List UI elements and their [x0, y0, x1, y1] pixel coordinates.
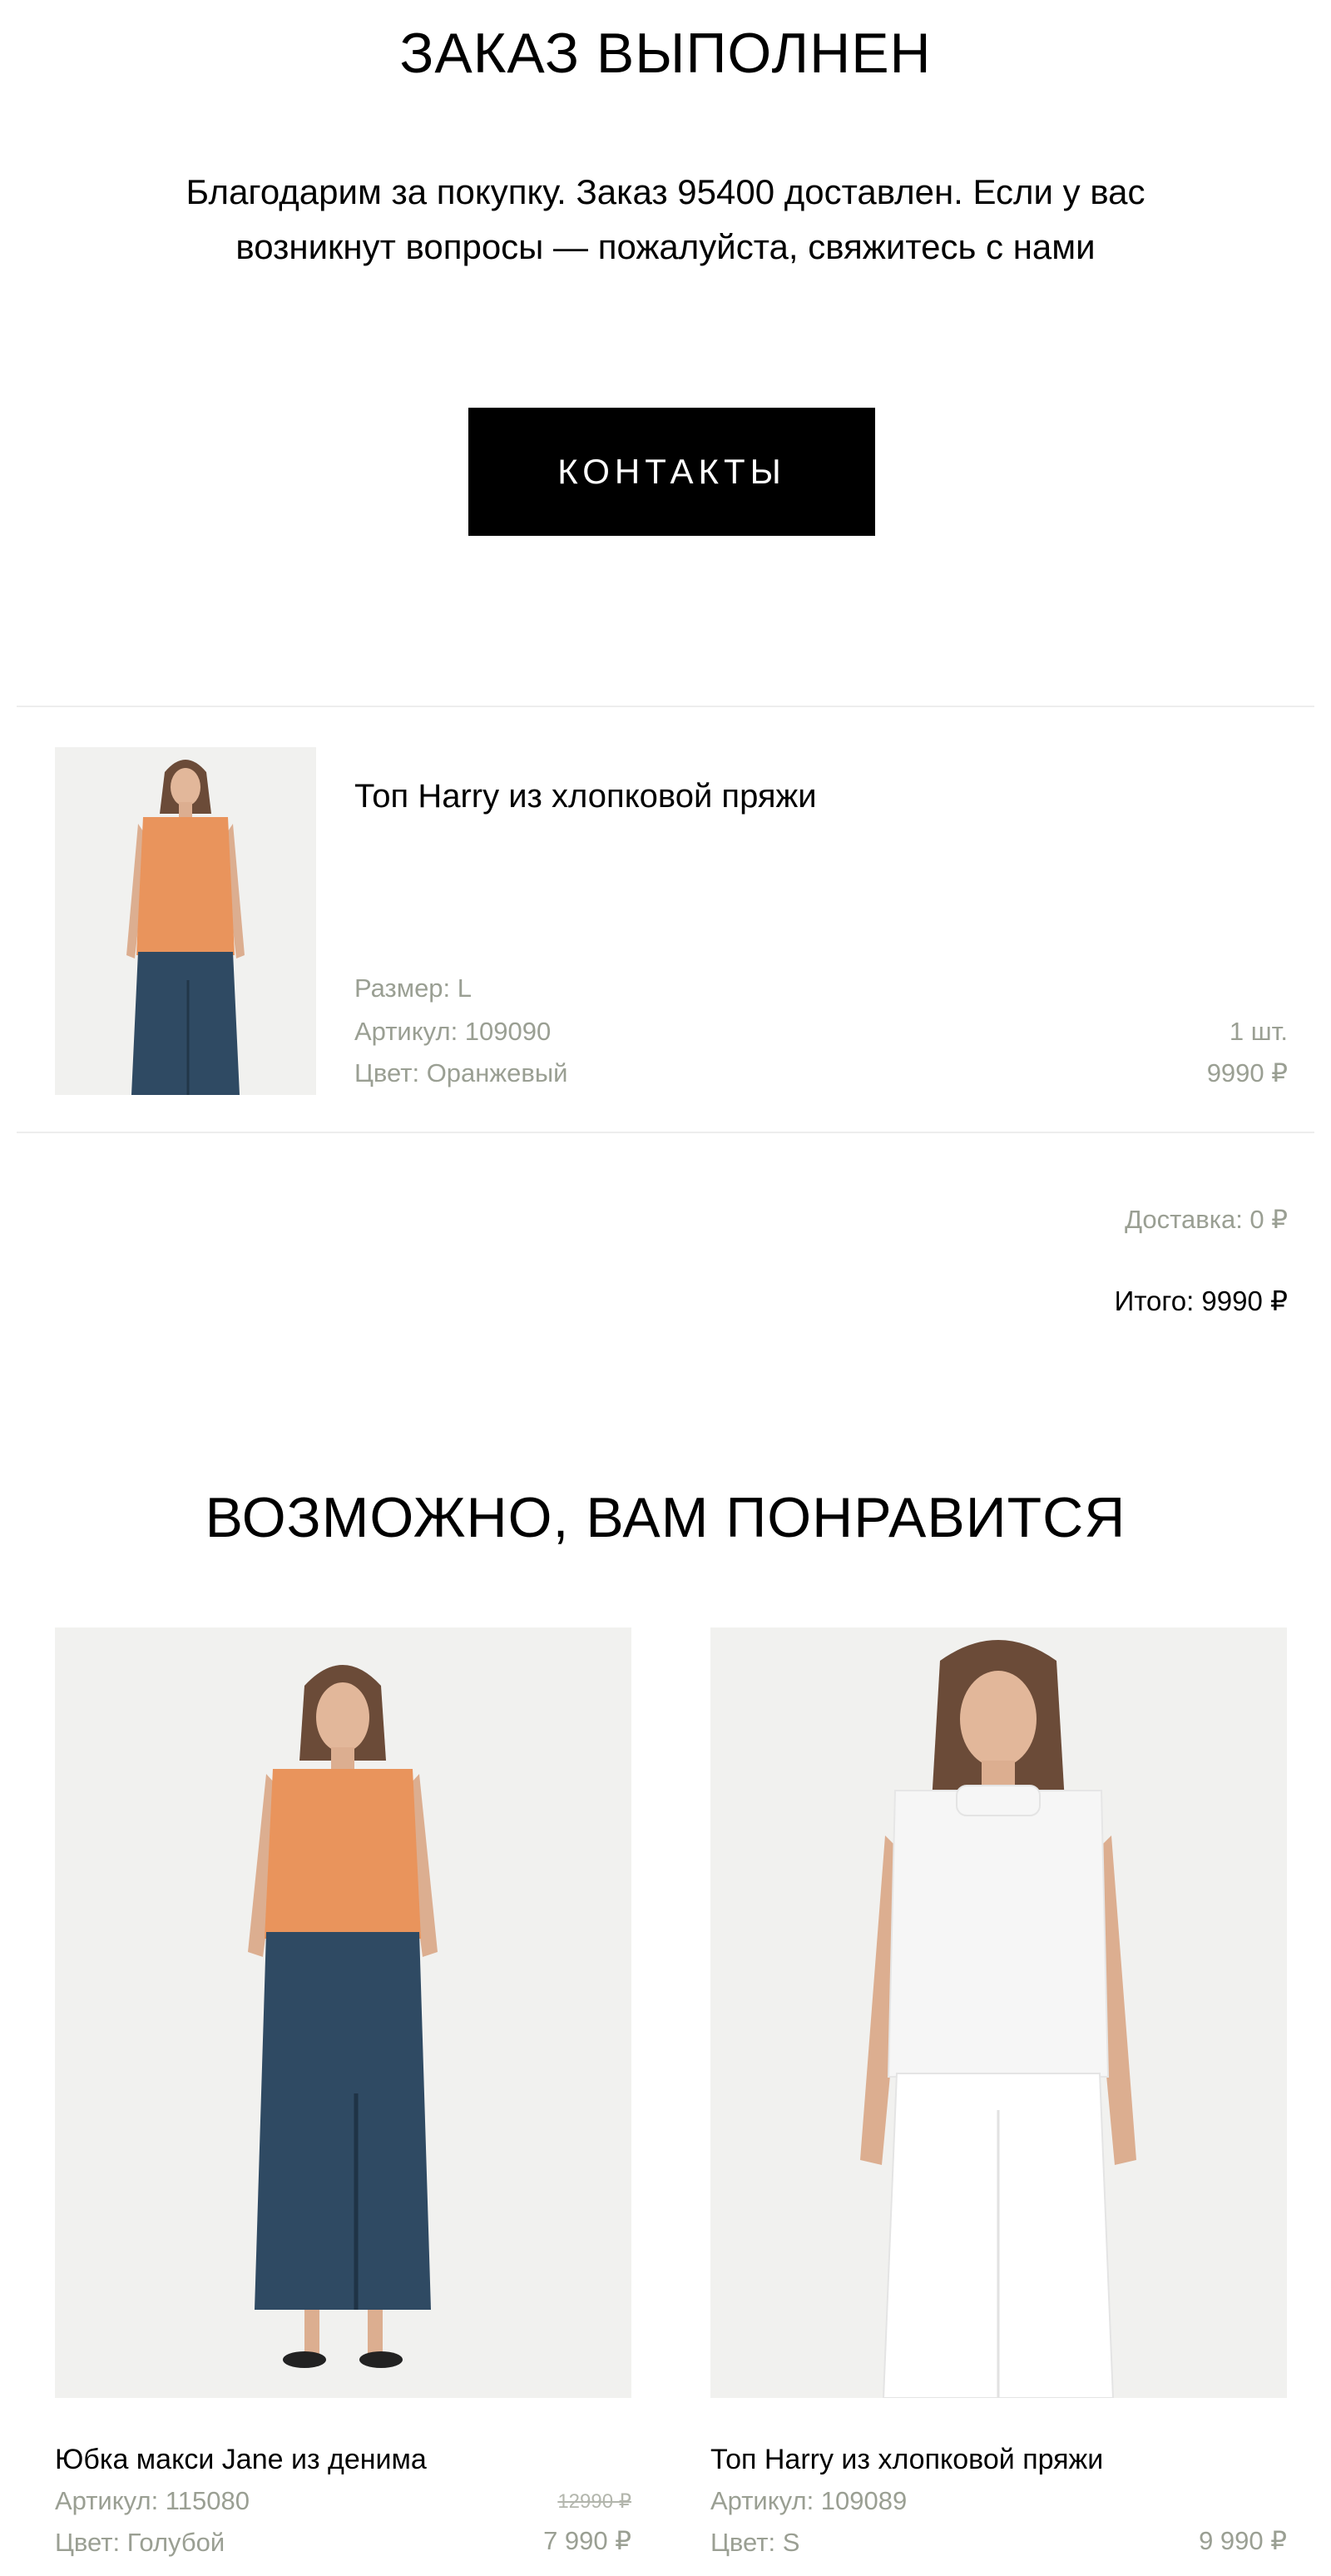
- recommendation-old-price-1: 12990 ₽: [557, 2490, 631, 2513]
- order-item-name: Топ Harry из хлопковой пряжи: [354, 778, 817, 815]
- recommendation-name-1[interactable]: Юбка макси Jane из денима: [55, 2441, 427, 2478]
- recommendation-name-2[interactable]: Топ Harry из хлопковой пряжи: [710, 2441, 1103, 2478]
- product-photo-white-top-icon: [710, 1627, 1287, 2398]
- order-message-line-1: Благодарим за покупку. Заказ 95400 доста…: [186, 172, 1145, 211]
- divider: [17, 1132, 1314, 1133]
- product-photo-orange-top-icon: [55, 747, 316, 1095]
- product-photo-denim-skirt-icon: [55, 1627, 631, 2398]
- order-item-quantity: 1 шт.: [1229, 1017, 1288, 1046]
- order-item-size: Размер: L: [354, 973, 473, 1003]
- divider: [17, 706, 1314, 707]
- order-item-color: Цвет: Оранжевый: [354, 1058, 568, 1087]
- page-title: ЗАКАЗ ВЫПОЛНЕН: [399, 22, 932, 85]
- contacts-button[interactable]: КОНТАКТЫ: [468, 408, 875, 536]
- recommendation-image-2[interactable]: [710, 1627, 1287, 2398]
- order-item-image: [55, 747, 316, 1095]
- delivery-cost: Доставка: 0 ₽: [1125, 1205, 1288, 1234]
- recommendation-price-1: 7 990 ₽: [543, 2526, 631, 2555]
- recommendation-color-1: Цвет: Голубой: [55, 2528, 225, 2557]
- recommendation-price-2: 9 990 ₽: [1199, 2526, 1287, 2555]
- order-message-line-2: возникнут вопросы — пожалуйста, свяжитес…: [235, 227, 1096, 266]
- recommendation-color-2: Цвет: S: [710, 2528, 800, 2557]
- recommendation-image-1[interactable]: [55, 1627, 631, 2398]
- order-item-article: Артикул: 109090: [354, 1017, 552, 1046]
- recommendation-article-2: Артикул: 109089: [710, 2486, 908, 2515]
- order-item-price: 9990 ₽: [1206, 1058, 1288, 1087]
- recommendations-title: ВОЗМОЖНО, ВАМ ПОНРАВИТСЯ: [205, 1486, 1126, 1549]
- order-total: Итого: 9990 ₽: [1114, 1286, 1288, 1316]
- recommendation-article-1: Артикул: 115080: [55, 2486, 250, 2515]
- order-message: Благодарим за покупку. Заказ 95400 доста…: [83, 165, 1248, 275]
